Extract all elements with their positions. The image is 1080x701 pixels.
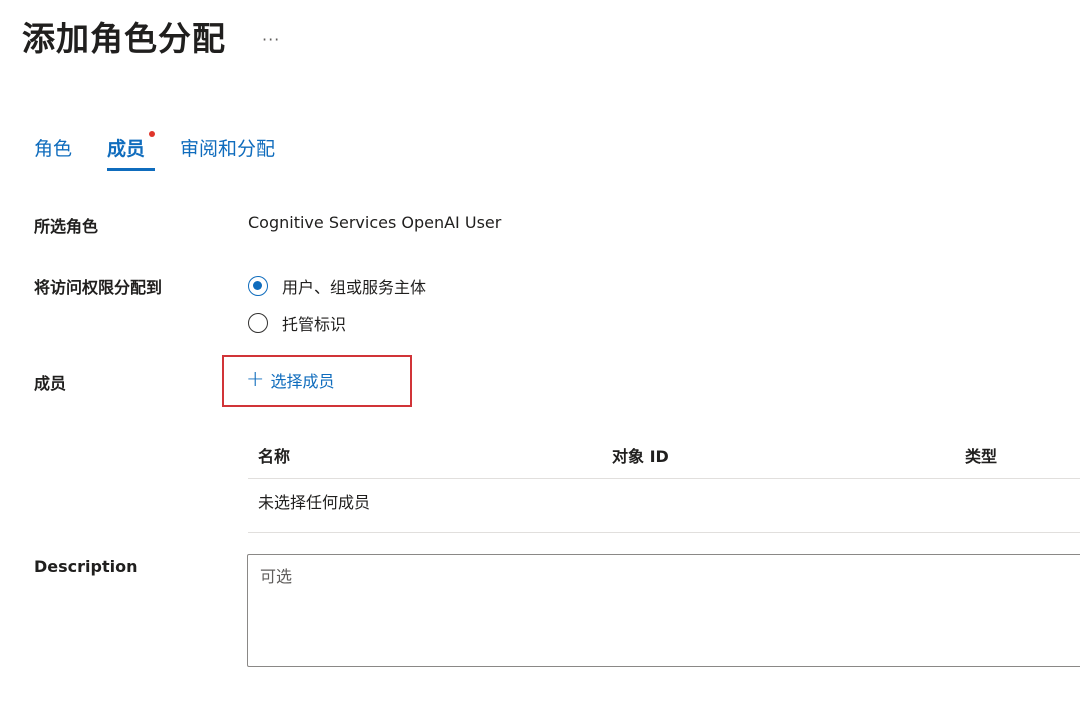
radio-option-label: 用户、组或服务主体 [282,278,427,297]
tab-bar: 角色 成员 审阅和分配 [34,131,310,171]
select-members-label: 选择成员 [270,372,335,391]
tab-review-assign[interactable]: 审阅和分配 [180,134,275,171]
tab-members-label: 成员 [107,138,146,160]
plus-icon: + [246,367,265,392]
table-bottom-divider [248,532,1080,533]
members-table-header: 名称 对象 ID 类型 [258,443,1080,467]
members-label: 成员 [34,374,67,393]
radio-unchecked-icon[interactable] [248,313,268,333]
assign-access-label: 将访问权限分配到 [34,278,163,297]
radio-option-managed-identity[interactable]: 托管标识 [248,311,346,335]
column-header-name[interactable]: 名称 [258,443,290,467]
column-header-object-id[interactable]: 对象 ID [612,443,669,467]
tab-role[interactable]: 角色 [34,134,72,171]
selected-role-value: Cognitive Services OpenAI User [248,213,502,232]
empty-members-text: 未选择任何成员 [258,493,371,512]
more-options-icon[interactable]: ··· [262,30,280,49]
table-header-divider [248,478,1080,479]
select-members-button[interactable]: + 选择成员 [246,368,334,392]
title-row: 添加角色分配 ··· [22,12,280,60]
description-field[interactable] [247,554,1080,667]
radio-option-label: 托管标识 [282,315,347,334]
radio-checked-icon[interactable] [248,276,268,296]
tab-members[interactable]: 成员 [107,131,156,171]
column-header-type[interactable]: 类型 [965,443,997,467]
page-title: 添加角色分配 [22,19,226,58]
required-dot-icon [149,131,156,137]
add-role-assignment-page: 添加角色分配 ··· 角色 成员 审阅和分配 所选角色 Cognitive Se… [0,0,1080,701]
description-label: Description [34,557,138,576]
radio-option-users-groups[interactable]: 用户、组或服务主体 [248,274,426,298]
selected-role-label: 所选角色 [34,217,99,236]
